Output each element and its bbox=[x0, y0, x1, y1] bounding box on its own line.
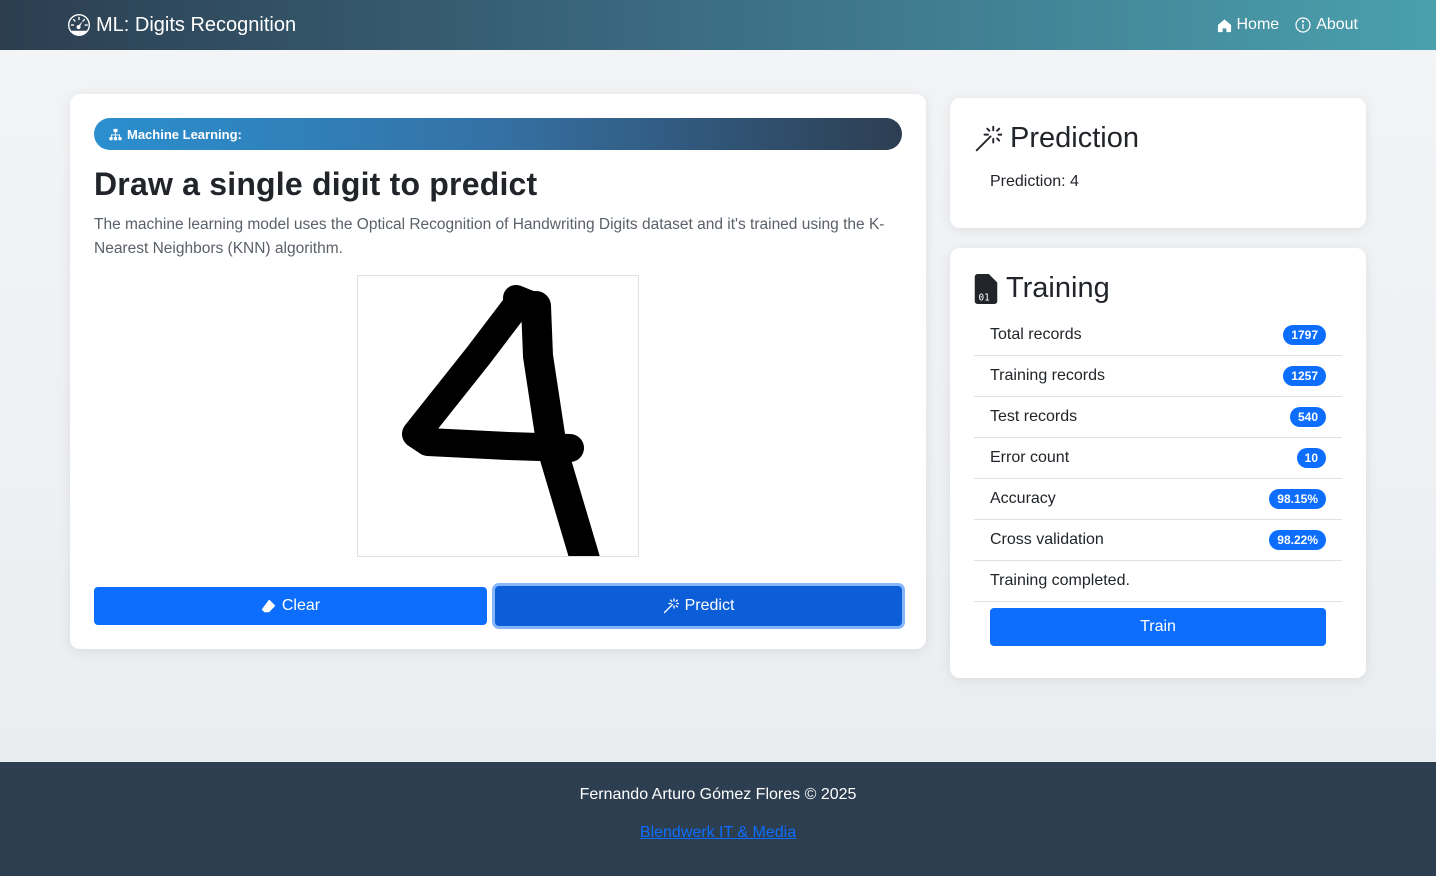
list-item: Training records 1257 bbox=[974, 356, 1342, 397]
footer: Fernando Arturo Gómez Flores © 2025 Blen… bbox=[0, 762, 1436, 876]
predict-button-label: Predict bbox=[684, 597, 735, 614]
prediction-title-row: Prediction bbox=[974, 122, 1342, 155]
training-status: Training completed. bbox=[974, 561, 1342, 602]
stat-label: Cross validation bbox=[990, 531, 1104, 548]
stat-badge: 98.22% bbox=[1269, 530, 1326, 550]
info-circle-icon bbox=[1295, 17, 1311, 33]
stat-label: Accuracy bbox=[990, 490, 1056, 507]
nav-home-label: Home bbox=[1236, 16, 1280, 33]
nav-about-link[interactable]: About bbox=[1295, 16, 1358, 34]
list-item: Total records 1797 bbox=[974, 315, 1342, 356]
clear-button-label: Clear bbox=[281, 597, 321, 614]
stat-label: Test records bbox=[990, 408, 1078, 425]
stat-badge: 540 bbox=[1289, 407, 1326, 427]
clear-button[interactable]: Clear bbox=[94, 587, 487, 625]
predict-button[interactable]: Predict bbox=[495, 586, 902, 626]
list-item: Cross validation 98.22% bbox=[974, 520, 1342, 561]
stat-badge: 98.15% bbox=[1269, 489, 1326, 509]
list-item: Test records 540 bbox=[974, 397, 1342, 438]
nav-home-link[interactable]: Home bbox=[1217, 16, 1280, 34]
training-title: Training bbox=[1006, 272, 1110, 304]
page-title: Draw a single digit to predict bbox=[94, 166, 538, 202]
nav-about-label: About bbox=[1316, 16, 1358, 33]
footer-copyright: Fernando Arturo Gómez Flores © 2025 bbox=[579, 786, 857, 803]
training-card: 01 Training Total records 1797 Training … bbox=[950, 248, 1366, 678]
prediction-title: Prediction bbox=[1010, 122, 1139, 154]
train-button[interactable]: Train bbox=[990, 608, 1326, 646]
magic-wand-icon bbox=[663, 598, 679, 614]
house-icon bbox=[1217, 18, 1231, 32]
digit-drawing-card: Machine Learning: Draw a single digit to… bbox=[70, 94, 926, 649]
training-title-row: 01 Training bbox=[974, 272, 1342, 305]
training-status-text: Training completed. bbox=[990, 572, 1130, 589]
magic-wand-icon bbox=[975, 125, 1002, 151]
badge-label: Machine Learning: bbox=[127, 126, 242, 142]
stat-badge: 1257 bbox=[1283, 366, 1326, 386]
page-description: The machine learning model uses the Opti… bbox=[94, 216, 885, 257]
stat-label: Training records bbox=[990, 367, 1106, 384]
footer-link[interactable]: Blendwerk IT & Media bbox=[640, 824, 796, 842]
machine-learning-badge: Machine Learning: bbox=[94, 118, 902, 150]
nav-links: Home About bbox=[1217, 16, 1358, 34]
prediction-result: Prediction: 4 bbox=[990, 173, 1079, 190]
list-item: Accuracy 98.15% bbox=[974, 479, 1342, 520]
list-item: Error count 10 bbox=[974, 438, 1342, 479]
train-button-label: Train bbox=[1140, 618, 1176, 635]
navbar: ML: Digits Recognition Home About bbox=[0, 0, 1436, 50]
training-stats-list: Total records 1797 Training records 1257… bbox=[974, 315, 1342, 602]
svg-text:01: 01 bbox=[979, 292, 990, 303]
stat-badge: 10 bbox=[1296, 448, 1326, 468]
drawn-digit bbox=[402, 285, 600, 556]
stat-label: Error count bbox=[990, 449, 1070, 466]
brand[interactable]: ML: Digits Recognition bbox=[68, 14, 296, 37]
stat-badge: 1797 bbox=[1283, 325, 1326, 345]
drawing-canvas[interactable] bbox=[357, 275, 639, 557]
diagram-icon bbox=[109, 128, 122, 140]
brand-label: ML: Digits Recognition bbox=[96, 13, 297, 36]
prediction-card: Prediction Prediction: 4 bbox=[950, 98, 1366, 228]
eraser-icon bbox=[261, 599, 275, 612]
binary-file-icon: 01 bbox=[974, 273, 998, 304]
speedometer-icon bbox=[68, 14, 90, 36]
stat-label: Total records bbox=[990, 326, 1082, 343]
